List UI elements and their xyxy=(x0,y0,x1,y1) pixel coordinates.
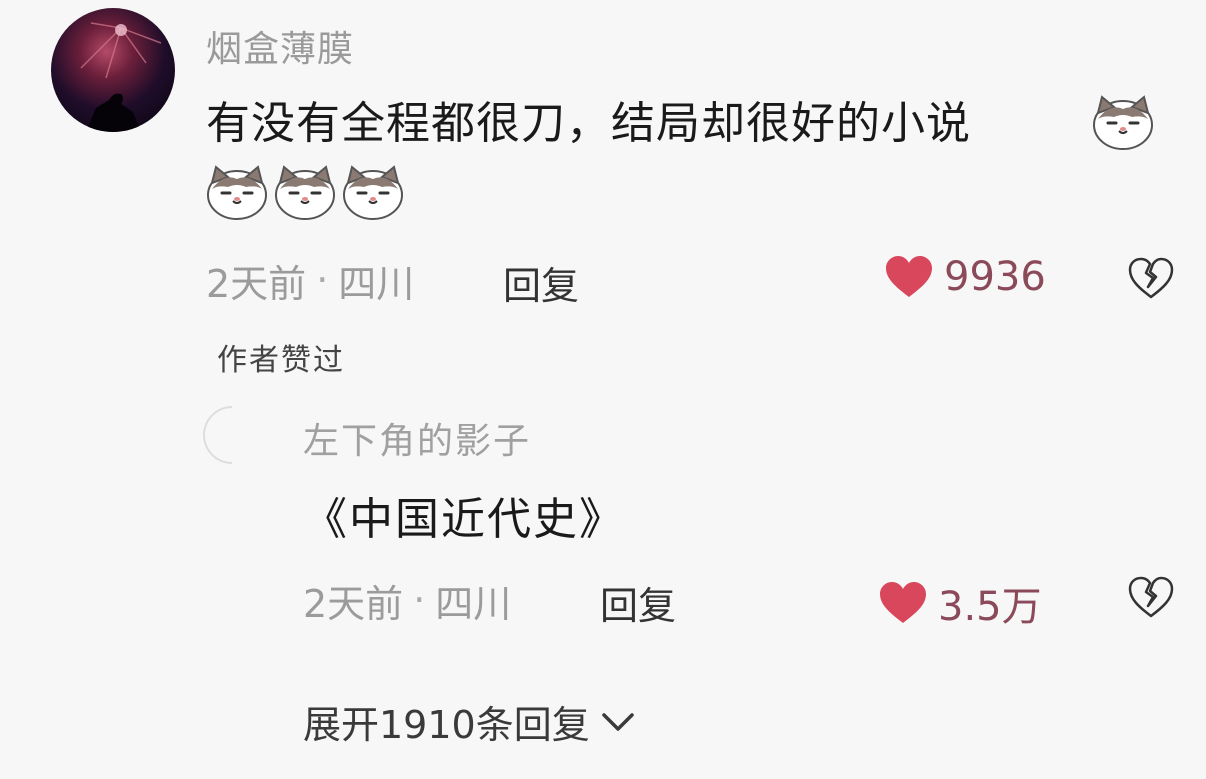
comment-thread: 烟盒薄膜 有没有全程都很刀，结局却很好的小说 2天前 · 四川 回复 9936 … xyxy=(0,0,1206,779)
broken-heart-icon[interactable] xyxy=(1128,576,1174,618)
reply-reply-button[interactable]: 回复 xyxy=(600,575,676,630)
cat-face-emoji-icon xyxy=(343,165,403,220)
reply-avatar[interactable] xyxy=(190,393,274,477)
comment-time: 2天前 xyxy=(206,261,307,306)
expand-replies-button[interactable]: 展开1910条回复 xyxy=(303,694,638,749)
cat-face-emoji-icon xyxy=(275,165,335,220)
reply-button[interactable]: 回复 xyxy=(503,255,579,310)
broken-heart-icon[interactable] xyxy=(1128,257,1174,299)
heart-icon xyxy=(880,582,926,623)
separator-dot: · xyxy=(413,578,426,622)
like-button[interactable]: 9936 xyxy=(884,254,1046,300)
expand-replies-label: 展开1910条回复 xyxy=(303,703,590,747)
reply-username[interactable]: 左下角的影子 xyxy=(303,412,531,464)
author-liked-badge: 作者赞过 xyxy=(217,343,345,378)
separator-dot: · xyxy=(316,258,329,302)
comment-location: 四川 xyxy=(338,261,415,306)
emoji-group xyxy=(206,163,404,223)
emoji-group-inline xyxy=(1092,93,1154,155)
reply-location: 四川 xyxy=(435,581,512,626)
night-sky-avatar-icon xyxy=(80,22,162,132)
cat-face-emoji-icon xyxy=(207,165,267,220)
comment-username[interactable]: 烟盒薄膜 xyxy=(206,20,354,72)
reply-time: 2天前 xyxy=(303,581,404,626)
comment-meta: 2天前 · 四川 xyxy=(206,255,415,306)
comment-text: 有没有全程都很刀，结局却很好的小说 xyxy=(206,98,971,149)
cat-face-emoji-icon xyxy=(1093,95,1153,150)
like-count: 9936 xyxy=(944,254,1046,300)
heart-icon xyxy=(886,256,932,297)
reply-like-count: 3.5万 xyxy=(938,584,1042,630)
reply-meta: 2天前 · 四川 xyxy=(303,575,512,626)
reply-like-button[interactable]: 3.5万 xyxy=(878,574,1042,632)
user-avatar[interactable] xyxy=(51,8,175,132)
chevron-down-icon xyxy=(601,712,634,731)
reply-text: 《中国近代史》 xyxy=(303,494,625,545)
